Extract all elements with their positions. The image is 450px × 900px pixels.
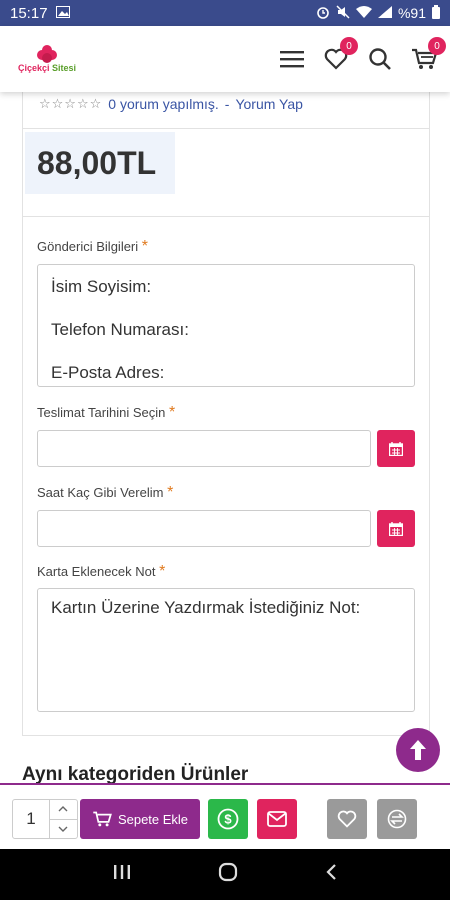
logo[interactable]: Çiçekçi Sitesi	[12, 45, 82, 73]
menu-button[interactable]	[278, 45, 306, 73]
sender-name-line: İsim Soyisim:	[51, 277, 152, 296]
system-nav-bar	[0, 849, 450, 900]
logo-text: Çiçekçi Sitesi	[18, 63, 76, 73]
flower-logo-icon	[36, 45, 58, 63]
add-to-wishlist-button[interactable]	[327, 799, 367, 839]
back-icon	[326, 864, 336, 880]
signal-icon	[377, 5, 392, 21]
status-bar: 15:17 %91	[0, 0, 450, 26]
quantity-value[interactable]: 1	[13, 800, 50, 838]
scroll-to-top-button[interactable]	[396, 728, 440, 772]
recent-apps-icon	[114, 865, 131, 879]
compare-button[interactable]	[377, 799, 417, 839]
wishlist-badge: 0	[340, 37, 358, 55]
add-to-cart-label: Sepete Ekle	[117, 811, 189, 827]
delivery-date-label-text: Teslimat Tarihini Seçin	[37, 405, 166, 420]
quantity-increase-button[interactable]	[49, 800, 77, 820]
wishlist-button[interactable]: 0	[322, 37, 358, 73]
home-icon	[218, 862, 238, 882]
rating-row: ☆☆☆☆☆ 0 yorum yapılmış. - Yorum Yap	[39, 96, 303, 112]
search-icon	[369, 48, 391, 70]
logo-text-part2: Sitesi	[52, 63, 77, 73]
delivery-time-calendar-button[interactable]	[377, 510, 415, 547]
price-box: 88,00TL	[25, 132, 175, 194]
quantity-decrease-button[interactable]	[50, 820, 77, 839]
sender-info-label-text: Gönderici Bilgileri	[37, 239, 139, 254]
message-button[interactable]	[257, 799, 297, 839]
add-to-cart-button[interactable]: Sepete Ekle	[80, 799, 200, 839]
product-price: 88,00TL	[37, 144, 157, 181]
delivery-date-label: Teslimat Tarihini Seçin *	[37, 404, 175, 422]
hamburger-icon	[280, 51, 304, 68]
back-button[interactable]	[325, 863, 337, 886]
compare-icon	[387, 809, 407, 829]
wifi-icon	[355, 5, 372, 21]
cart-button[interactable]: 0	[410, 37, 446, 73]
home-button[interactable]	[218, 862, 238, 887]
arrow-up-icon	[410, 740, 426, 760]
review-count-link[interactable]: 0 yorum yapılmış.	[108, 96, 218, 112]
cart-badge: 0	[428, 37, 446, 55]
delivery-time-label: Saat Kaç Gibi Verelim *	[37, 484, 173, 502]
mute-icon	[336, 4, 350, 22]
rating-separator: -	[224, 96, 230, 112]
chevron-down-icon	[58, 826, 68, 832]
sender-email-line: E-Posta Adres:	[51, 363, 165, 382]
product-action-bar: 1 Sepete Ekle $	[0, 783, 450, 849]
quantity-stepper[interactable]: 1	[12, 799, 78, 839]
search-button[interactable]	[366, 45, 394, 73]
chevron-up-icon	[58, 806, 68, 812]
cart-icon	[93, 811, 112, 827]
product-panel: ☆☆☆☆☆ 0 yorum yapılmış. - Yorum Yap 88,0…	[22, 92, 430, 736]
svg-text:$: $	[224, 812, 232, 827]
battery-percent: %91	[397, 5, 426, 21]
calendar-icon	[389, 521, 403, 536]
dollar-icon: $	[217, 808, 239, 830]
sender-info-label: Gönderici Bilgileri *	[37, 238, 148, 256]
battery-icon	[432, 4, 440, 22]
status-time: 15:17	[10, 4, 48, 22]
logo-text-part1: Çiçekçi	[17, 63, 50, 73]
buy-now-button[interactable]: $	[208, 799, 248, 839]
required-mark: *	[141, 238, 149, 255]
delivery-time-label-text: Saat Kaç Gibi Verelim	[37, 485, 164, 500]
heart-icon	[337, 810, 357, 828]
divider	[23, 128, 429, 129]
required-mark: *	[167, 484, 174, 501]
alarm-icon	[316, 5, 330, 22]
recent-apps-button[interactable]	[113, 864, 131, 885]
gallery-notification-icon	[55, 5, 70, 22]
required-mark: *	[169, 404, 176, 421]
sender-info-textarea[interactable]: İsim Soyisim: Telefon Numarası: E-Posta …	[37, 264, 415, 387]
delivery-date-calendar-button[interactable]	[377, 430, 415, 467]
star-rating-icon[interactable]: ☆☆☆☆☆	[39, 96, 102, 112]
divider	[23, 216, 429, 217]
delivery-date-input[interactable]	[37, 430, 371, 467]
calendar-icon	[389, 441, 403, 456]
card-note-label: Karta Eklenecek Not *	[37, 563, 165, 581]
required-mark: *	[159, 563, 166, 580]
delivery-time-input[interactable]	[37, 510, 371, 547]
card-note-label-text: Karta Eklenecek Not	[37, 564, 156, 579]
card-note-textarea[interactable]: Kartın Üzerine Yazdırmak İstediğiniz Not…	[37, 588, 415, 712]
mail-icon	[267, 811, 287, 827]
write-review-link[interactable]: Yorum Yap	[235, 96, 302, 112]
sender-phone-line: Telefon Numarası:	[51, 320, 189, 339]
app-header: Çiçekçi Sitesi 0 0	[0, 26, 450, 92]
